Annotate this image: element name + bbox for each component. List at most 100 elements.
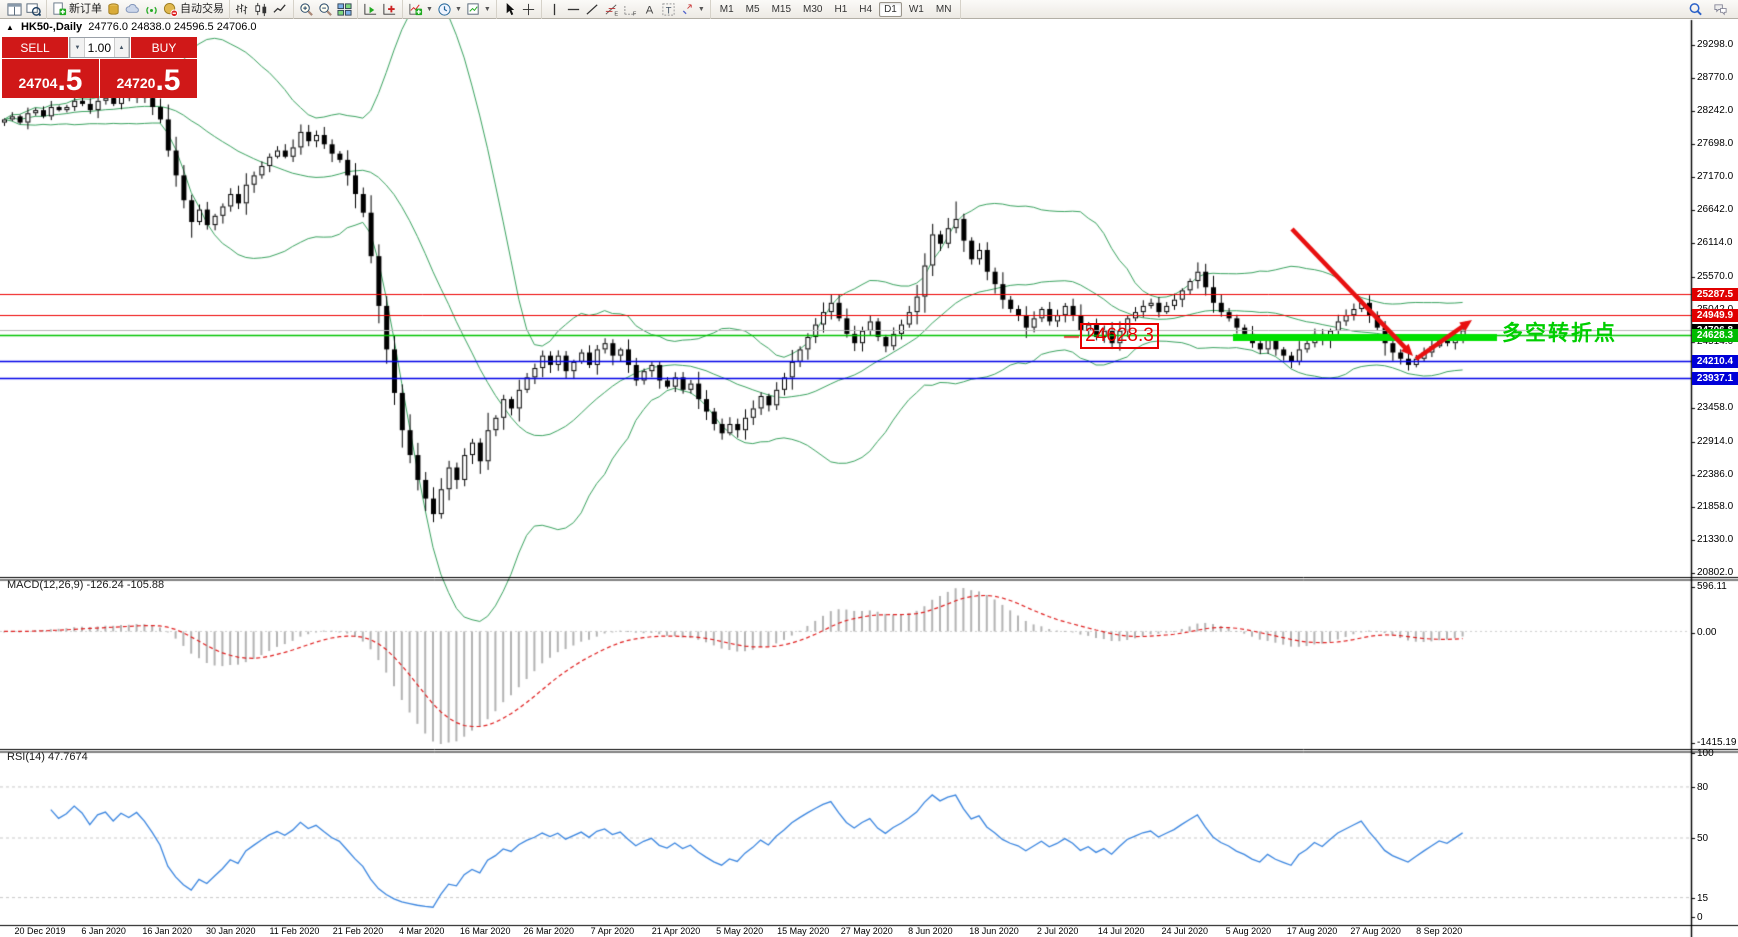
periods-button[interactable]: ▼ — [435, 1, 464, 18]
volume-up-icon[interactable]: ▲ — [114, 38, 129, 57]
window-zoom-button[interactable] — [24, 1, 43, 18]
toolbar-right — [1686, 1, 1738, 18]
crosshair-icon — [521, 2, 536, 17]
date-axis-label: 8 Jun 2020 — [908, 926, 953, 936]
main-toolbar: 新订单 自动交易 ▼ ▼ ▼ EFAT ▼ M1M5M15M30H1H4D1W1MN — [0, 0, 1738, 19]
toolbar-group-chart-type — [230, 0, 294, 19]
chart-canvas[interactable] — [0, 0, 1738, 937]
signals-button[interactable] — [142, 1, 161, 18]
templates-button[interactable]: ▼ — [464, 1, 493, 18]
chat-icon[interactable] — [1711, 1, 1730, 18]
auto-scroll-button[interactable] — [361, 1, 380, 18]
date-axis-label: 16 Mar 2020 — [460, 926, 511, 936]
tile-windows-button[interactable] — [335, 1, 354, 18]
cursor-button[interactable] — [500, 1, 519, 18]
price-axis-tick: 26642.0 — [1697, 204, 1733, 215]
date-axis-label: 16 Jan 2020 — [142, 926, 192, 936]
window-zoom-icon — [26, 2, 41, 17]
mql5-cloud-icon — [125, 2, 140, 17]
collapse-trade-panel-icon[interactable]: ▲ — [6, 23, 14, 32]
indicators-caret-icon[interactable]: ▼ — [426, 6, 433, 13]
date-axis-label: 11 Feb 2020 — [269, 926, 319, 936]
horizontal-line-button[interactable] — [564, 1, 583, 18]
mql5-cloud-button[interactable] — [123, 1, 142, 18]
fibonacci-button[interactable]: E — [602, 1, 621, 18]
sell-button[interactable]: SELL — [2, 37, 68, 58]
zoom-in-button[interactable] — [297, 1, 316, 18]
toolbar-group-trade: 新订单 自动交易 — [47, 0, 230, 19]
timeframe-w1-button[interactable]: W1 — [904, 2, 929, 17]
text-label-button[interactable]: T — [659, 1, 678, 18]
crosshair-button[interactable] — [519, 1, 538, 18]
price-annotation-box: 24628.3 — [1080, 323, 1159, 349]
rsi-name: RSI(14) — [7, 751, 45, 763]
zoom-in-icon — [299, 2, 314, 17]
chart-shift-button[interactable] — [380, 1, 399, 18]
fibo-fan-icon: F — [623, 2, 638, 17]
rsi-axis-tick: 50 — [1697, 833, 1708, 844]
date-axis-label: 18 Jun 2020 — [969, 926, 1019, 936]
timeframe-m5-button[interactable]: M5 — [741, 2, 765, 17]
cursor-icon — [502, 2, 517, 17]
toolbar-groups: 新订单 自动交易 ▼ ▼ ▼ EFAT ▼ — [2, 0, 711, 19]
vertical-line-icon — [547, 2, 562, 17]
periods-caret-icon[interactable]: ▼ — [455, 6, 462, 13]
symbol-period-title: HK50-,Daily — [21, 21, 82, 33]
line-chart-button[interactable] — [271, 1, 290, 18]
text-label-icon: T — [661, 2, 676, 17]
templates-icon — [466, 2, 481, 17]
rsi-axis-tick: 80 — [1697, 782, 1708, 793]
zoom-out-button[interactable] — [316, 1, 335, 18]
toolbar-group-zoom — [294, 0, 358, 19]
market-data-button[interactable] — [104, 1, 123, 18]
timeframe-h1-button[interactable]: H1 — [829, 2, 852, 17]
text-icon: A — [642, 2, 657, 17]
arrows-icon — [680, 2, 695, 17]
timeframe-mn-button[interactable]: MN — [931, 2, 957, 17]
zoom-out-icon — [318, 2, 333, 17]
timeframe-h4-button[interactable]: H4 — [854, 2, 877, 17]
toolbar-group-objects: EFAT ▼ — [542, 0, 711, 19]
date-axis-label: 20 Dec 2019 — [14, 926, 65, 936]
fibo-fan-button[interactable]: F — [621, 1, 640, 18]
svg-text:E: E — [614, 11, 618, 16]
sell-price-big: .5 — [57, 66, 82, 96]
search-icon[interactable] — [1686, 1, 1705, 18]
date-axis-label: 27 Aug 2020 — [1350, 926, 1401, 936]
buy-button[interactable]: BUY — [131, 37, 197, 58]
sell-price-main: 24704 — [19, 70, 58, 96]
arrows-button[interactable]: ▼ — [678, 1, 707, 18]
date-axis-label: 21 Apr 2020 — [652, 926, 701, 936]
price-axis-tick: 27698.0 — [1697, 138, 1733, 149]
auto-trading-button[interactable]: 自动交易 — [161, 1, 226, 18]
indicators-button[interactable]: ▼ — [406, 1, 435, 18]
chart-windows-button[interactable] — [5, 1, 24, 18]
rsi-axis-tick: 0 — [1697, 912, 1703, 923]
sell-price-panel[interactable]: 24704.5 — [2, 59, 99, 98]
toolbar-group-scroll — [358, 0, 403, 19]
timeframe-m30-button[interactable]: M30 — [798, 2, 827, 17]
timeframe-d1-button[interactable]: D1 — [879, 2, 902, 17]
arrows-caret-icon[interactable]: ▼ — [698, 6, 705, 13]
toolbar-group-cursor — [497, 0, 542, 19]
timeframe-m1-button[interactable]: M1 — [715, 2, 739, 17]
buy-price-panel[interactable]: 24720.5 — [100, 59, 197, 98]
timeframe-m15-button[interactable]: M15 — [767, 2, 796, 17]
price-axis-tick: 22386.0 — [1697, 469, 1733, 480]
candlestick-chart-button[interactable] — [252, 1, 271, 18]
volume-down-icon[interactable]: ▼ — [70, 38, 85, 57]
volume-field[interactable]: 1.00 — [85, 41, 114, 55]
trendline-button[interactable] — [583, 1, 602, 18]
templates-caret-icon[interactable]: ▼ — [484, 6, 491, 13]
vertical-line-button[interactable] — [545, 1, 564, 18]
new-order-button[interactable]: 新订单 — [50, 1, 104, 18]
price-axis-tick: 23458.0 — [1697, 402, 1733, 413]
rsi-axis-tick: 100 — [1697, 748, 1714, 759]
chart-windows-icon — [7, 2, 22, 17]
bar-chart-button[interactable] — [233, 1, 252, 18]
auto-scroll-icon — [363, 2, 378, 17]
price-level-badge-blue: 24210.4 — [1692, 355, 1738, 368]
rsi-label: RSI(14) 47.7674 — [7, 751, 88, 763]
macd-axis-tick: 596.11 — [1697, 581, 1727, 592]
text-button[interactable]: A — [640, 1, 659, 18]
